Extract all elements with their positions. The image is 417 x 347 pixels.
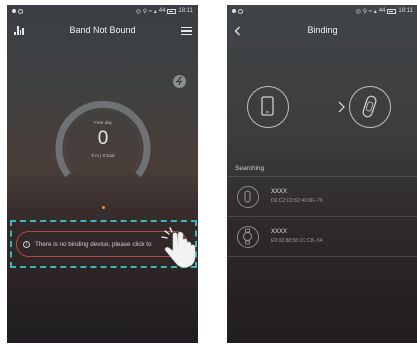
notification-dot-icon	[232, 9, 236, 13]
tap-hand-icon	[161, 227, 196, 268]
notification-ring-icon	[18, 8, 23, 14]
page-indicator-dot	[102, 206, 105, 209]
device-mac: D6:C2:C0:62:40:86--76	[271, 198, 323, 204]
band-icon	[362, 95, 377, 118]
status-bar: ◎ ⚲ ≈ ▴ 44 18:11	[227, 5, 417, 17]
device-name: XXXX	[271, 189, 288, 195]
status-time: 18:11	[178, 8, 193, 14]
signal-strength: 44	[158, 8, 166, 14]
page-title: Band Not Bound	[69, 25, 136, 35]
gauge-value: 0	[97, 128, 109, 149]
band-not-bound-screen: ◎ ⚲ ≈ ▴ 44 18:11 Band Not Bound Free day…	[7, 5, 198, 343]
chevron-right-icon	[338, 101, 345, 113]
title-bar: Binding	[227, 21, 417, 41]
band-device-circle	[349, 86, 391, 128]
band-device-icon	[237, 186, 259, 208]
device-mac: E0:03:88:58:1C:C8--54	[271, 238, 323, 244]
phone-icon	[261, 96, 274, 116]
info-icon: !	[23, 240, 30, 248]
status-system-icons: ◎ ⚲ ≈ ▴ 44 18:11	[136, 8, 193, 15]
running-mode-icon[interactable]	[173, 75, 186, 88]
battery-icon	[387, 8, 397, 14]
divider	[227, 256, 417, 257]
page-title: Binding	[307, 25, 338, 35]
status-bar: ◎ ⚲ ≈ ▴ 44 18:11	[7, 5, 198, 17]
status-time: 18:11	[398, 8, 413, 14]
battery-icon	[167, 8, 177, 14]
status-notification-icons	[232, 8, 243, 14]
title-bar: Band Not Bound	[7, 21, 198, 41]
status-system-icons: ◎ ⚲ ≈ ▴ 44 18:11	[356, 8, 413, 15]
divider	[227, 176, 417, 177]
bind-device-text: There is no binding device, please click…	[35, 240, 152, 248]
divider	[227, 216, 417, 217]
gauge-top-label: Free day	[94, 120, 112, 125]
notification-ring-icon	[238, 8, 243, 14]
signal-icon: ◎ ⚲ ≈ ▴	[355, 8, 377, 15]
phone-device-circle	[247, 86, 289, 128]
signal-strength: 44	[378, 8, 386, 14]
searching-label: Searching	[235, 165, 265, 172]
gauge-bottom-label: 0 m | 0 kcal	[91, 153, 115, 158]
binding-screen: ◎ ⚲ ≈ ▴ 44 18:11 Binding Searching XXXX	[227, 5, 417, 343]
status-notification-icons	[12, 8, 23, 14]
device-name: XXXX	[271, 229, 288, 235]
device-list-item[interactable]: XXXX D6:C2:C0:62:40:86--76	[227, 183, 417, 213]
menu-icon[interactable]	[181, 27, 192, 35]
device-list-item[interactable]: XXXX E0:03:88:58:1C:C8--54	[227, 223, 417, 253]
signal-icon: ◎ ⚲ ≈ ▴	[135, 8, 157, 15]
watch-device-icon	[237, 226, 259, 248]
step-gauge: Free day 0 0 m | 0 kcal	[47, 87, 159, 199]
notification-dot-icon	[12, 9, 16, 13]
